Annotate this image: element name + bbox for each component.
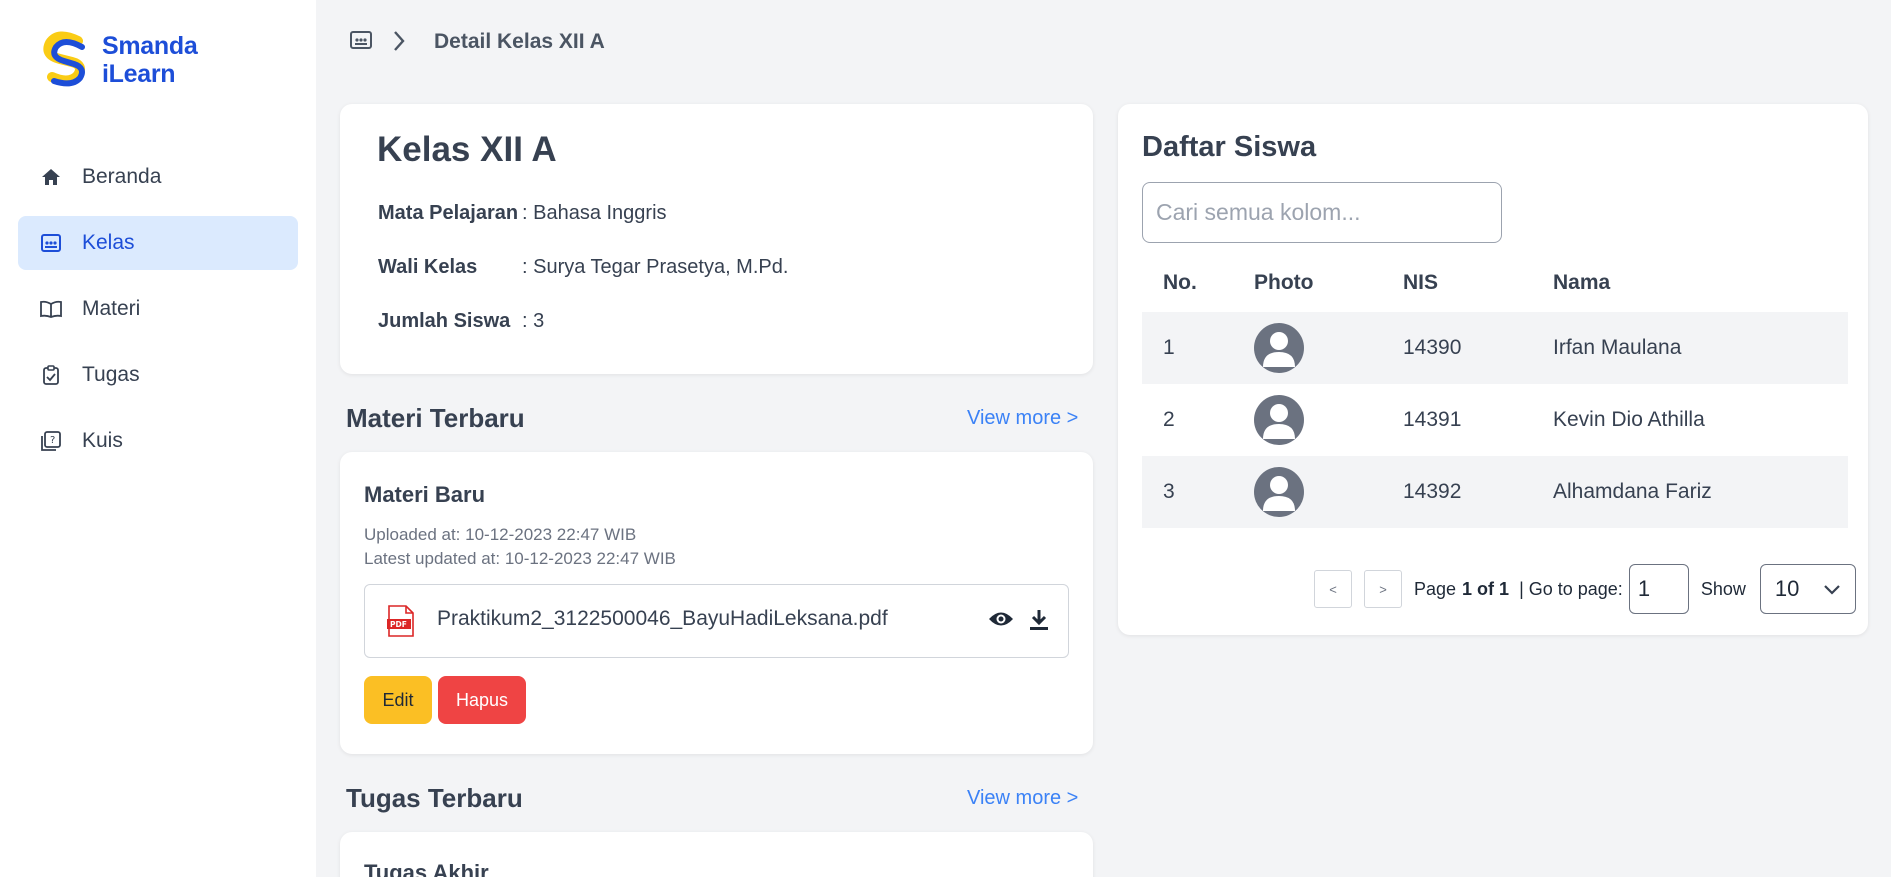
cell-nis: 14391 [1403,408,1462,431]
tugas-card: Tugas Akhir [340,832,1093,877]
column-header-photo[interactable]: Photo [1254,271,1403,295]
goto-page-label: | Go to page: [1519,578,1623,599]
column-header-nis[interactable]: NIS [1403,271,1553,295]
show-label: Show [1700,578,1746,599]
materi-card: Materi Baru Uploaded at: 10-12-2023 22:4… [340,452,1093,754]
logo-line1: Smanda [102,32,198,60]
file-attachment: PDF Praktikum2_3122500046_BayuHadiLeksan… [364,584,1069,658]
sidebar-item-kuis[interactable]: ? Kuis [18,414,298,468]
table-row[interactable]: 3 14392 Alhamdana Fariz [1142,456,1848,528]
tugas-title: Tugas Akhir [364,860,489,877]
materi-uploaded-at: Uploaded at: 10-12-2023 22:47 WIB [364,525,637,544]
materi-title: Materi Baru [364,482,486,507]
breadcrumb-current: Detail Kelas XII A [434,30,605,53]
cell-no: 1 [1163,336,1175,359]
svg-text:PDF: PDF [390,620,407,629]
cell-nis: 14390 [1403,336,1462,359]
sidebar-item-beranda[interactable]: Beranda [18,150,298,204]
tugas-view-more-link[interactable]: View more > [967,787,1078,810]
info-row-homeroom: Wali Kelas : Surya Tegar Prasetya, M.Pd. [378,256,788,279]
student-list-card: Daftar Siswa No. Photo NIS Nama 1 14390 … [1118,104,1868,635]
quiz-icon: ? [40,430,62,452]
breadcrumb: Detail Kelas XII A [350,30,605,54]
sidebar-item-label: Materi [82,297,141,320]
sidebar-item-kelas[interactable]: Kelas [18,216,298,270]
avatar [1254,395,1304,445]
student-table: No. Photo NIS Nama 1 14390 Irfan Maulana… [1142,254,1848,528]
page-indicator: 1 of 1 [1462,578,1510,599]
info-value: : Bahasa Inggris [522,202,667,224]
clipboard-check-icon [40,364,62,386]
next-page-button[interactable]: > [1364,570,1402,608]
info-row-student-count: Jumlah Siswa : 3 [378,310,544,333]
sidebar-item-label: Kelas [82,231,135,254]
info-key: Wali Kelas [378,256,478,278]
sidebar-item-label: Tugas [82,363,140,386]
eye-icon[interactable] [988,610,1014,633]
pdf-file-icon: PDF [387,605,415,642]
edit-button[interactable]: Edit [364,676,432,724]
chevron-down-icon [1823,576,1841,602]
info-row-subject: Mata Pelajaran : Bahasa Inggris [378,202,667,225]
info-value: : Surya Tegar Prasetya, M.Pd. [522,256,789,278]
materi-updated-at: Latest updated at: 10-12-2023 22:47 WIB [364,549,676,568]
cell-nama: Irfan Maulana [1553,336,1682,359]
column-header-nama[interactable]: Nama [1553,271,1848,295]
chevron-right-icon [392,30,416,54]
download-icon[interactable] [1028,609,1050,636]
avatar [1254,323,1304,373]
goto-page-input[interactable] [1628,564,1689,614]
sidebar-item-label: Beranda [82,165,162,188]
class-icon[interactable] [350,30,374,54]
pagination: < > Page 1 of 1 | Go to page: Show 10 [1314,564,1856,614]
logo-icon [43,31,85,87]
cell-no: 3 [1163,480,1175,503]
class-icon [40,232,62,254]
cell-nama: Kevin Dio Athilla [1553,408,1705,431]
cell-nis: 14392 [1403,480,1462,503]
table-row[interactable]: 2 14391 Kevin Dio Athilla [1142,384,1848,456]
cell-nama: Alhamdana Fariz [1553,480,1712,503]
file-name[interactable]: Praktikum2_3122500046_BayuHadiLeksana.pd… [437,607,888,631]
page-size-value: 10 [1774,576,1800,601]
column-header-no[interactable]: No. [1142,271,1254,295]
info-key: Jumlah Siswa [378,310,511,332]
logo[interactable]: Smanda iLearn [38,31,198,89]
book-icon [40,298,62,320]
sidebar-item-tugas[interactable]: Tugas [18,348,298,402]
sidebar-item-materi[interactable]: Materi [18,282,298,336]
page-label: Page [1414,578,1457,599]
table-header: No. Photo NIS Nama [1142,254,1848,312]
sidebar-nav: Beranda Kelas Materi Tugas ? Kuis [18,150,298,480]
delete-button[interactable]: Hapus [438,676,526,724]
materi-view-more-link[interactable]: View more > [967,407,1078,430]
svg-text:?: ? [50,435,55,446]
tugas-section-title: Tugas Terbaru [346,783,523,813]
cell-no: 2 [1163,408,1175,431]
table-row[interactable]: 1 14390 Irfan Maulana [1142,312,1848,384]
logo-line2: iLearn [102,60,176,88]
previous-page-button[interactable]: < [1314,570,1352,608]
home-icon [40,166,62,188]
search-input[interactable] [1142,182,1502,243]
info-value: : 3 [522,310,545,332]
class-info-card: Kelas XII A Mata Pelajaran : Bahasa Ingg… [340,104,1093,374]
student-list-title: Daftar Siswa [1142,131,1317,163]
materi-section-title: Materi Terbaru [346,403,525,433]
info-key: Mata Pelajaran [378,202,519,224]
sidebar: Smanda iLearn Beranda Kelas Materi Tugas… [0,0,316,877]
avatar [1254,467,1304,517]
page-size-select[interactable]: 10 [1759,564,1856,614]
sidebar-item-label: Kuis [82,429,123,452]
class-title: Kelas XII A [377,130,557,169]
